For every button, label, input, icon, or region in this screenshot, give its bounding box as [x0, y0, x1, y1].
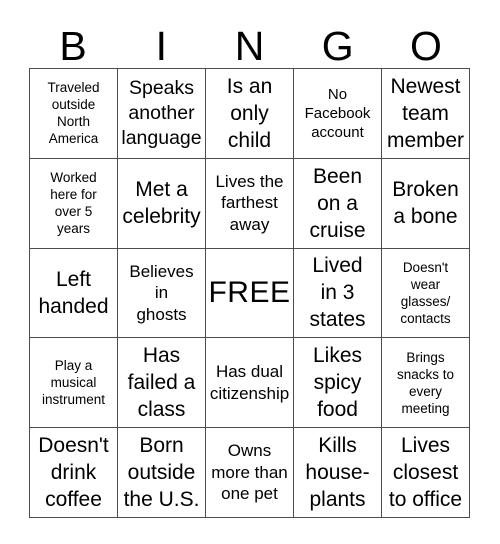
bingo-header-letter-o: O — [409, 23, 442, 69]
bingo-cell[interactable]: Met a celebrity — [118, 158, 206, 249]
bingo-cell-label: Doesn't drink coffee — [38, 434, 109, 512]
bingo-cell-label: Worked here for over 5 years — [50, 170, 97, 237]
bingo-cell[interactable]: Kills house- plants — [294, 428, 382, 518]
bingo-header-row: B I N G O — [29, 14, 470, 68]
bingo-cell-label: Lives the farthest away — [215, 171, 284, 234]
bingo-cell[interactable]: Lives closest to office — [382, 428, 470, 518]
bingo-cell[interactable]: Born outside the U.S. — [118, 428, 206, 518]
bingo-cell[interactable]: Play a musical instrument — [30, 338, 118, 429]
bingo-cell[interactable]: Lived in 3 states — [294, 248, 382, 339]
bingo-cell-label: Is an only child — [226, 74, 273, 152]
bingo-cell-label: Play a musical instrument — [41, 358, 106, 408]
bingo-cell-label: Left handed — [38, 267, 109, 318]
bingo-cell-label: Has failed a class — [127, 344, 196, 422]
bingo-cell[interactable]: Brings snacks to every meeting — [382, 338, 470, 429]
bingo-cell-label: Owns more than one pet — [211, 441, 288, 504]
bingo-free-space[interactable]: FREE — [206, 248, 294, 339]
bingo-cell[interactable]: Likes spicy food — [294, 338, 382, 429]
bingo-header-letter-b: B — [59, 23, 87, 69]
bingo-cell[interactable]: Has failed a class — [118, 338, 206, 429]
bingo-cell-label: Speaks another language — [121, 76, 202, 149]
bingo-cell[interactable]: Has dual citizenship — [206, 338, 294, 429]
bingo-cell[interactable]: Doesn't wear glasses/ contacts — [382, 248, 470, 339]
bingo-cell[interactable]: Speaks another language — [118, 69, 206, 159]
bingo-cell[interactable]: Been on a cruise — [294, 158, 382, 249]
bingo-cell-label: No Facebook account — [304, 85, 371, 141]
bingo-cell[interactable]: Believes in ghosts — [118, 248, 206, 339]
bingo-cell[interactable]: Worked here for over 5 years — [30, 158, 118, 249]
bingo-cell[interactable]: Traveled outside North America — [30, 69, 118, 159]
bingo-cell-label: Newest team member — [386, 74, 465, 152]
bingo-cell-label: Met a celebrity — [122, 178, 201, 229]
bingo-header-letter-n: N — [234, 23, 265, 69]
bingo-cell-label: Born outside the U.S. — [123, 434, 200, 512]
bingo-cell[interactable]: Owns more than one pet — [206, 428, 294, 518]
bingo-cell-label: Traveled outside North America — [47, 80, 100, 147]
bingo-header-letter-i: I — [155, 23, 167, 69]
bingo-cell-label: Believes in ghosts — [129, 261, 194, 324]
bingo-header-letter-g: G — [321, 23, 354, 69]
bingo-cell-label: Kills house- plants — [305, 434, 370, 512]
bingo-card: B I N G O Traveled outside North America… — [0, 0, 500, 544]
bingo-cell-label: Lived in 3 states — [309, 254, 366, 332]
bingo-cell[interactable]: Is an only child — [206, 69, 294, 159]
bingo-cell-label: Lives closest to office — [388, 434, 463, 512]
bingo-free-space-label: FREE — [208, 275, 291, 309]
bingo-cell[interactable]: Lives the farthest away — [206, 158, 294, 249]
bingo-cell[interactable]: Broken a bone — [382, 158, 470, 249]
bingo-cell[interactable]: Newest team member — [382, 69, 470, 159]
bingo-cell-label: Been on a cruise — [309, 164, 366, 242]
bingo-cell[interactable]: No Facebook account — [294, 69, 382, 159]
bingo-cell[interactable]: Doesn't drink coffee — [30, 428, 118, 518]
bingo-cell[interactable]: Left handed — [30, 248, 118, 339]
bingo-cell-label: Broken a bone — [392, 178, 459, 229]
bingo-cell-label: Doesn't wear glasses/ contacts — [400, 259, 451, 326]
bingo-cell-label: Likes spicy food — [312, 344, 363, 422]
bingo-cell-label: Brings snacks to every meeting — [396, 349, 455, 416]
bingo-cell-label: Has dual citizenship — [209, 362, 290, 403]
bingo-grid: Traveled outside North America Speaks ano… — [29, 68, 470, 518]
